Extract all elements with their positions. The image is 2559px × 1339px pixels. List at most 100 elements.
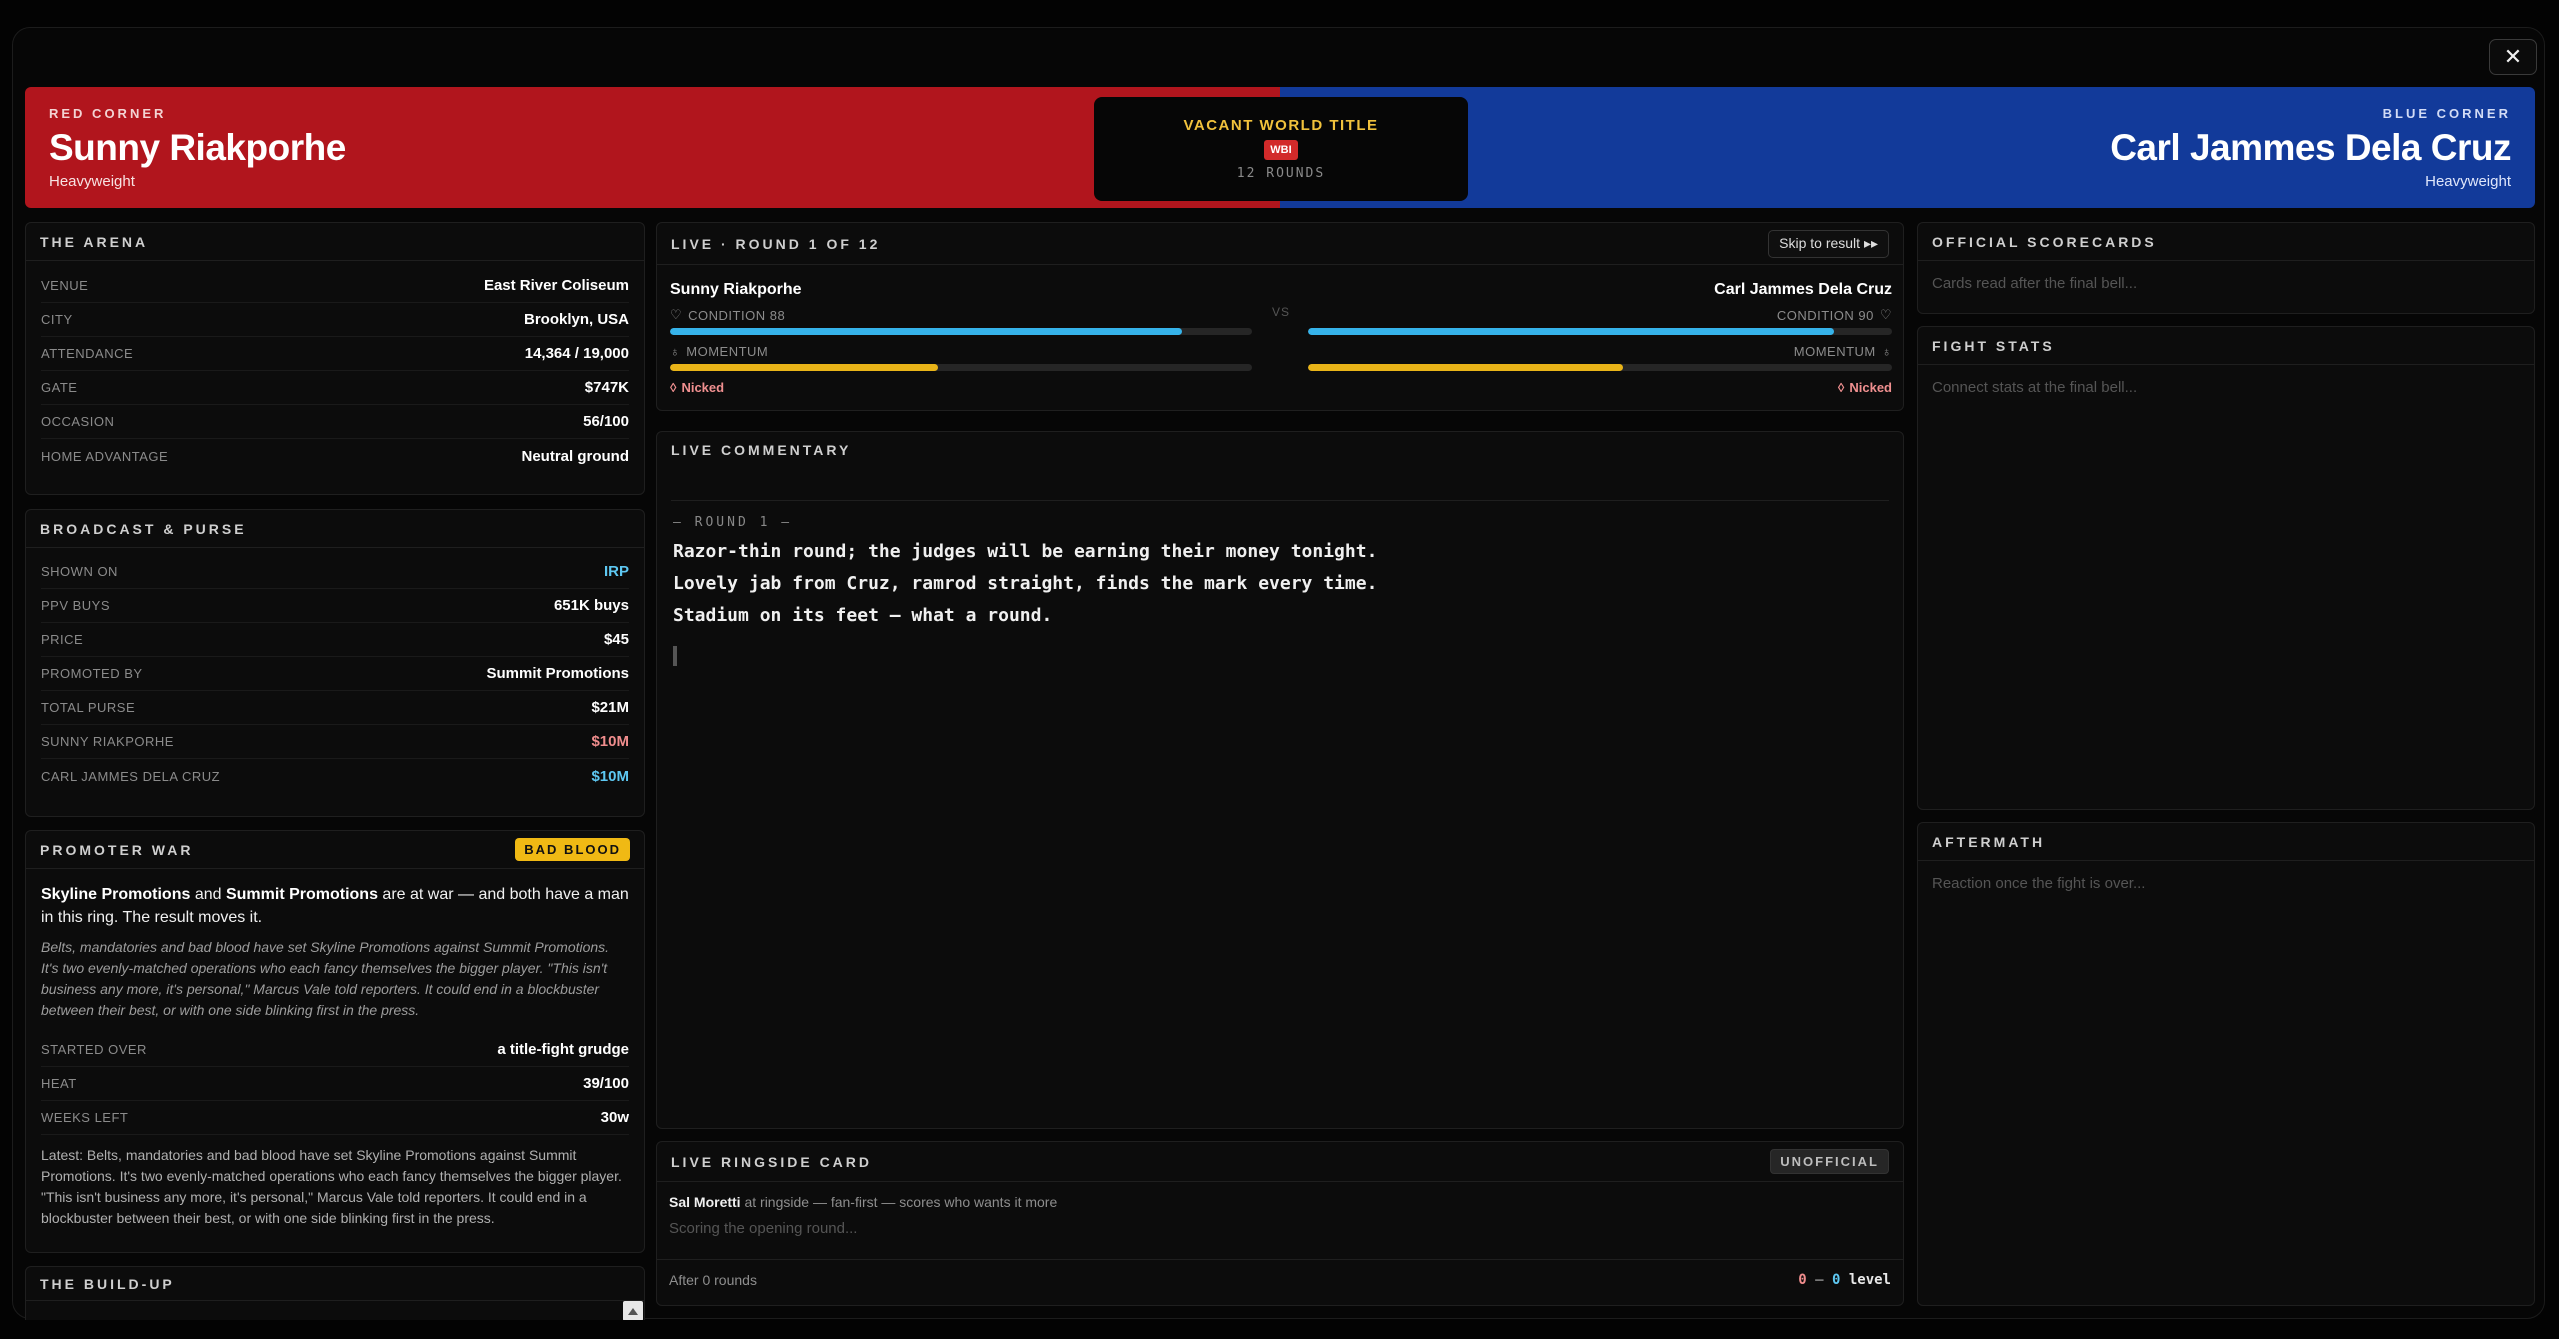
blue-condition-bar [1308, 328, 1892, 335]
blood-drop-icon: ◊ [1837, 380, 1845, 395]
arena-row: CITY Brooklyn, USA [41, 303, 629, 337]
row-value: 651K buys [553, 597, 629, 614]
promoter-war-story: Belts, mandatories and bad blood have se… [41, 939, 610, 1018]
fight-stats-placeholder: Connect stats at the final bell... [1932, 379, 2138, 396]
row-value: $10M [591, 733, 629, 750]
promoter-row: WEEKS LEFT 30w [41, 1101, 629, 1135]
vs-label: VS [1271, 305, 1290, 319]
red-fighter-name: Sunny Riakporhe [49, 126, 346, 168]
arena-title: THE ARENA [40, 233, 149, 250]
heart-icon: ♡ [670, 307, 683, 322]
row-value: 39/100 [583, 1075, 629, 1092]
row-key: PROMOTED BY [41, 666, 143, 681]
red-status-name: Sunny Riakporhe [670, 281, 802, 298]
blue-corner-tag: BLUE CORNER [2382, 105, 2511, 121]
broadcast-row: TOTAL PURSE $21M [41, 691, 629, 725]
row-value: Neutral ground [521, 447, 630, 465]
row-key: WEEKS LEFT [41, 1110, 129, 1125]
broadcast-row: PROMOTED BY Summit Promotions [41, 657, 629, 691]
arena-panel: THE ARENA VENUE East River Coliseum CITY B… [25, 222, 645, 495]
promoter-row: HEAT 39/100 [41, 1067, 629, 1101]
status-text: Nicked [1849, 380, 1892, 395]
broadcast-row: PPV BUYS 651K buys [41, 589, 629, 623]
blue-condition-fill [1308, 328, 1834, 335]
ringside-score: 0 – 0 level [1798, 1272, 1891, 1288]
live-round-panel: LIVE · ROUND 1 OF 12 Skip to result ▸▸ Su… [656, 222, 1904, 411]
arena-row: GATE $747K [41, 371, 629, 405]
momentum-text: MOMENTUM [1793, 344, 1876, 359]
status-text: Nicked [681, 380, 725, 395]
red-corner-tag: RED CORNER [49, 105, 167, 121]
row-key: SHOWN ON [41, 564, 118, 579]
flame-icon: ♁ [1881, 344, 1892, 359]
skip-to-result-button[interactable]: Skip to result ▸▸ [1768, 229, 1889, 258]
scroll-up-button[interactable] [623, 1301, 643, 1320]
commentary-panel: LIVE COMMENTARY — ROUND 1 — Razor-thin r… [656, 431, 1904, 1129]
ringside-footer: After 0 rounds 0 – 0 level [657, 1259, 1903, 1300]
red-condition-fill [670, 328, 1183, 335]
aftermath-panel: AFTERMATH Reaction once the fight is ove… [1917, 822, 2535, 1306]
broadcast-row: SUNNY RIAKPORHE $10M [41, 725, 629, 759]
broadcast-title: BROADCAST & PURSE [40, 520, 247, 537]
score-red: 0 [1798, 1272, 1807, 1288]
scorecards-panel: OFFICIAL SCORECARDS Cards read after the… [1917, 222, 2535, 314]
blue-weight-class: Heavyweight [2425, 172, 2511, 190]
ringside-title: LIVE RINGSIDE CARD [671, 1153, 873, 1170]
typing-cursor [673, 646, 677, 666]
fight-stats-title: FIGHT STATS [1932, 337, 2055, 354]
blue-status-name: Carl Jammes Dela Cruz [1714, 281, 1892, 298]
ringside-judge: Sal Moretti at ringside — fan-first — sc… [657, 1182, 1903, 1210]
promoter-a: Skyline Promotions [41, 886, 191, 903]
row-key: SUNNY RIAKPORHE [41, 734, 174, 749]
commentary-line: Lovely jab from Cruz, ramrod straight, f… [673, 573, 1378, 594]
score-sep: – [1806, 1272, 1832, 1288]
title-name: VACANT WORLD TITLE [1183, 117, 1379, 134]
close-button[interactable]: ✕ [2489, 39, 2537, 75]
score-blue: 0 [1831, 1272, 1841, 1288]
condition-text: CONDITION 90 [1776, 307, 1874, 323]
arena-row: HOME ADVANTAGE Neutral ground [41, 439, 629, 473]
promoter-war-latest: Latest: Belts, mandatories and bad blood… [41, 1147, 622, 1226]
condition-text: CONDITION 88 [688, 307, 786, 323]
judge-name: Sal Moretti [669, 1194, 741, 1210]
row-key: CARL JAMMES DELA CRUZ [41, 768, 221, 784]
row-value: 56/100 [583, 413, 629, 430]
row-value: IRP [603, 563, 629, 580]
blue-status-badge: ◊ Nicked [1308, 380, 1892, 395]
momentum-text: MOMENTUM [686, 344, 769, 359]
ringside-card-panel: LIVE RINGSIDE CARD UNOFFICIAL Sal Moretti… [656, 1141, 1904, 1306]
row-value: $45 [603, 631, 629, 648]
aftermath-placeholder: Reaction once the fight is over... [1932, 875, 2146, 892]
blue-momentum-bar [1308, 364, 1892, 371]
round-marker: — ROUND 1 — [673, 515, 793, 530]
promoter-row: STARTED OVER a title-fight grudge [41, 1033, 629, 1067]
row-value: $21M [591, 699, 629, 716]
belt-badge: WBI [1264, 140, 1298, 160]
row-key: HOME ADVANTAGE [41, 448, 169, 464]
arena-row: VENUE East River Coliseum [41, 269, 629, 303]
blue-fighter-status: Carl Jammes Dela Cruz CONDITION 90 ♡ MOME… [1308, 281, 1892, 395]
broadcast-row: SHOWN ON IRP [41, 555, 629, 589]
close-icon: ✕ [2503, 44, 2523, 69]
promoter-b: Summit Promotions [225, 886, 378, 903]
commentary-feed: — ROUND 1 — Razor-thin round; the judges… [657, 501, 1903, 666]
row-key: OCCASION [41, 414, 115, 429]
promoter-war-panel: PROMOTER WAR BAD BLOOD Skyline Promotions… [25, 830, 645, 1253]
row-value: 30w [600, 1109, 629, 1126]
row-value: East River Coliseum [483, 277, 629, 294]
row-value: a title-fight grudge [497, 1041, 629, 1058]
heart-icon: ♡ [1879, 307, 1892, 322]
red-status-badge: ◊ Nicked [670, 380, 1252, 395]
row-key: PRICE [41, 632, 84, 647]
row-key: ATTENDANCE [41, 346, 134, 361]
promoter-war-title: PROMOTER WAR [40, 841, 194, 858]
title-info: VACANT WORLD TITLE WBI 12 ROUNDS [1094, 97, 1468, 201]
row-value: $10M [591, 767, 629, 785]
commentary-line: Razor-thin round; the judges will be ear… [673, 541, 1378, 562]
fight-stats-panel: FIGHT STATS Connect stats at the final b… [1917, 326, 2535, 810]
flame-icon: ♁ [670, 344, 681, 359]
promoter-war-lead: Skyline Promotions and Summit Promotions… [41, 883, 629, 929]
rounds-count: 12 ROUNDS [1236, 166, 1326, 181]
bad-blood-badge: BAD BLOOD [515, 838, 630, 861]
broadcast-panel: BROADCAST & PURSE SHOWN ON IRP PPV BUYS 65… [25, 509, 645, 817]
